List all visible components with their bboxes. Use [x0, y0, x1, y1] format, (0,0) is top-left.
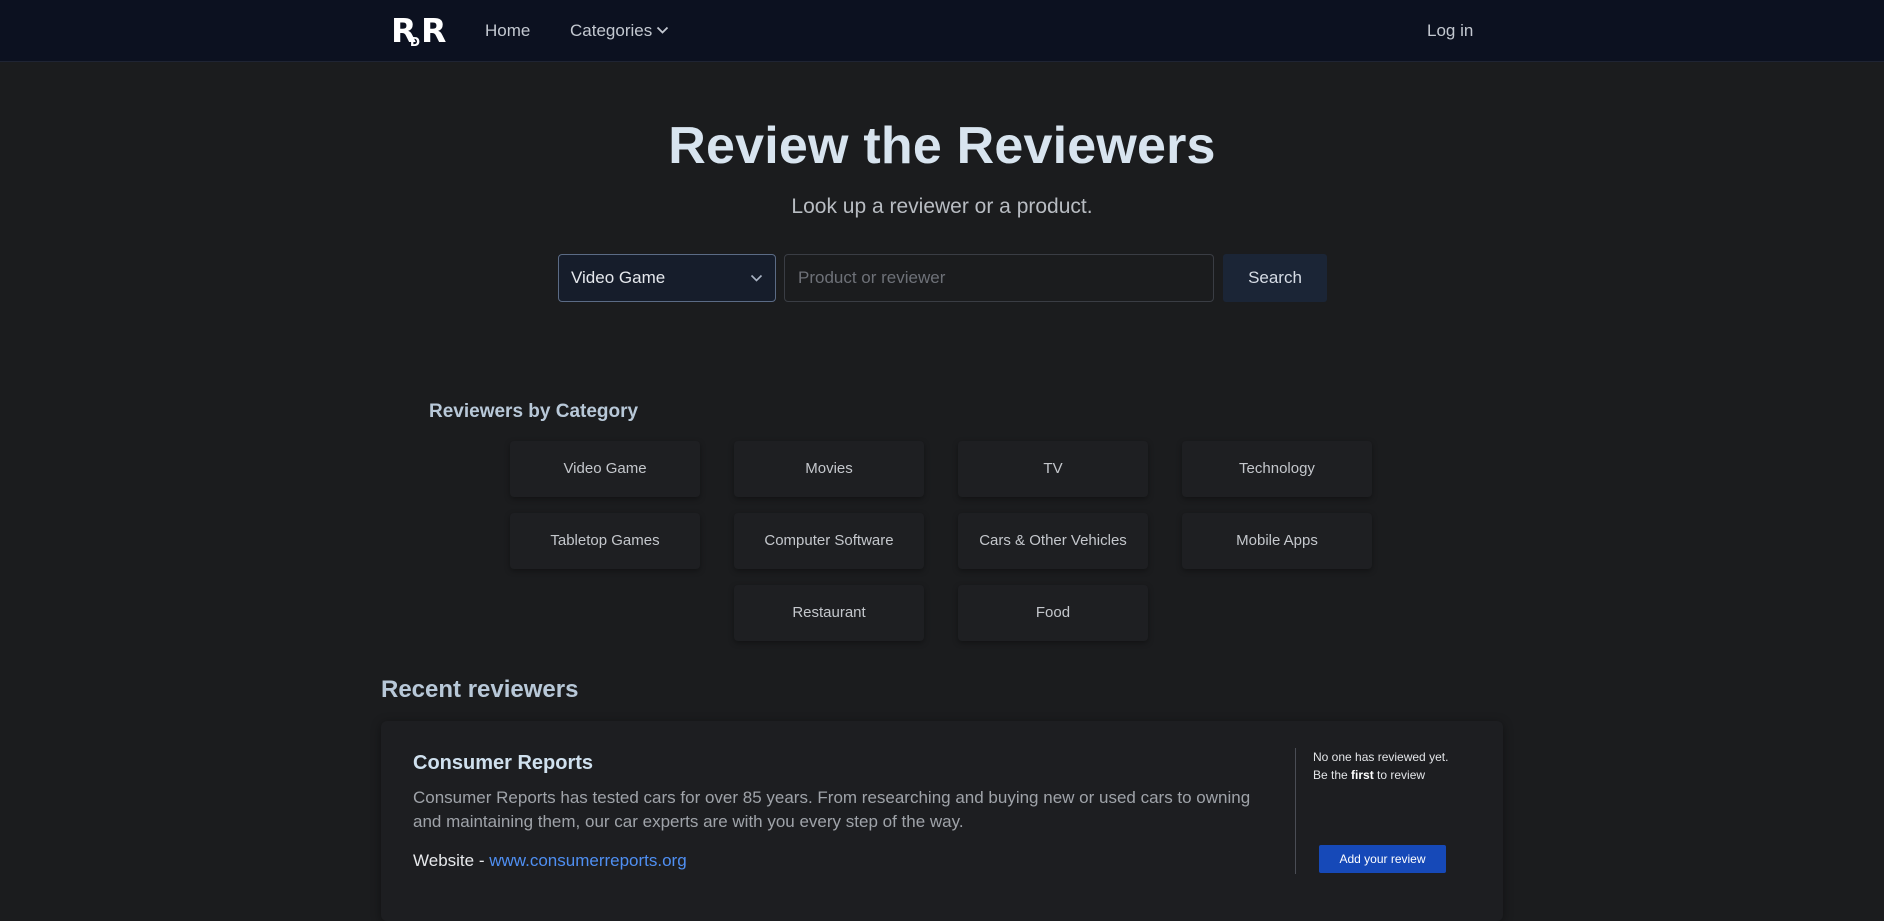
categories-section-title: Reviewers by Category: [429, 401, 639, 422]
nav-home-link[interactable]: Home: [485, 20, 530, 42]
category-select[interactable]: Video Game: [558, 254, 776, 302]
nav-categories-dropdown[interactable]: Categories: [570, 20, 669, 42]
category-select-value: Video Game: [571, 268, 666, 287]
be-first-emphasis: first: [1351, 768, 1374, 782]
category-tile-food[interactable]: Food: [958, 585, 1148, 641]
svg-text:R: R: [421, 13, 446, 47]
category-tile-tv[interactable]: TV: [958, 441, 1148, 497]
svg-text:D: D: [410, 35, 420, 47]
category-tile-restaurant[interactable]: Restaurant: [734, 585, 924, 641]
search-input[interactable]: [784, 254, 1214, 302]
category-tile-tabletop-games[interactable]: Tabletop Games: [510, 513, 700, 569]
be-first-prefix: Be the: [1313, 768, 1352, 782]
reviewer-description: Consumer Reports has tested cars for ove…: [413, 788, 1251, 831]
page-title: Review the Reviewers: [668, 117, 1216, 175]
card-divider: [1295, 748, 1296, 874]
category-tile-technology[interactable]: Technology: [1182, 441, 1372, 497]
be-first-line: Be the first to review: [1313, 766, 1473, 784]
category-tile-movies[interactable]: Movies: [734, 441, 924, 497]
top-navbar: R D R Home Categories Log in: [0, 0, 1884, 62]
login-link[interactable]: Log in: [1427, 20, 1473, 42]
no-reviews-line: No one has reviewed yet.: [1313, 750, 1449, 764]
website-link[interactable]: www.consumerreports.org: [489, 851, 686, 870]
reviewer-card: Consumer Reports Consumer Reports has te…: [381, 721, 1503, 921]
chevron-down-icon: [750, 274, 763, 282]
no-reviews-message: No one has reviewed yet. Be the first to…: [1313, 748, 1473, 784]
search-button[interactable]: Search: [1223, 254, 1327, 302]
page-subtitle: Look up a reviewer or a product.: [791, 195, 1093, 218]
reviewer-name[interactable]: Consumer Reports: [413, 751, 593, 775]
reviewer-website: Website - www.consumerreports.org: [413, 850, 687, 872]
site-logo[interactable]: R D R: [391, 11, 449, 50]
be-first-suffix: to review: [1373, 768, 1426, 782]
category-tile-mobile-apps[interactable]: Mobile Apps: [1182, 513, 1372, 569]
category-tile-cars-vehicles[interactable]: Cars & Other Vehicles: [958, 513, 1148, 569]
nav-categories-label: Categories: [570, 21, 653, 40]
category-tile-computer-software[interactable]: Computer Software: [734, 513, 924, 569]
recent-reviewers-title: Recent reviewers: [381, 676, 579, 703]
chevron-down-icon: [657, 26, 669, 34]
add-review-button[interactable]: Add your review: [1319, 845, 1446, 873]
category-tile-video-game[interactable]: Video Game: [510, 441, 700, 497]
website-label: Website -: [413, 851, 490, 870]
